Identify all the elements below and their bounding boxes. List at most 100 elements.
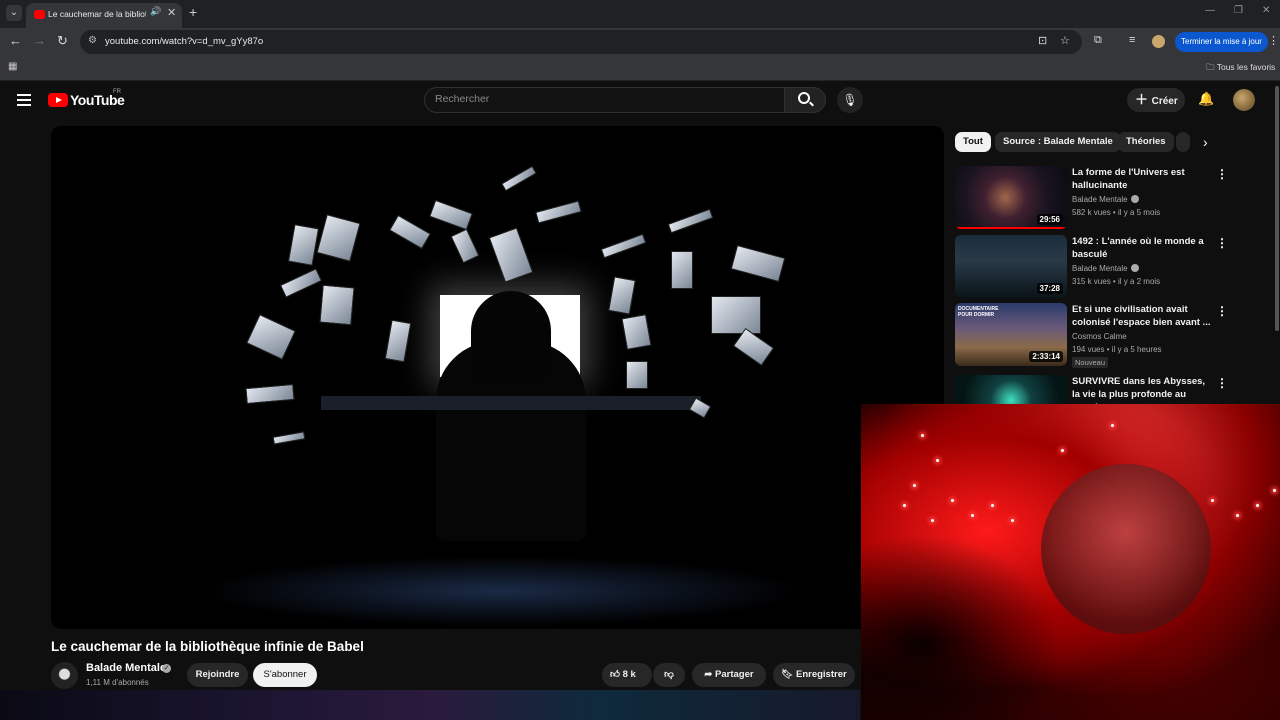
share-icon: ➦ — [704, 669, 713, 680]
thumb-down-icon: 👎︎ — [664, 669, 674, 680]
string-light — [991, 504, 994, 507]
channel-label: Balade Mentale — [1072, 195, 1128, 204]
folder-icon: 🗀 — [1206, 62, 1217, 72]
recommended-title[interactable]: 1492 : L'année où le monde a basculé — [1072, 235, 1212, 261]
recommended-title[interactable]: La forme de l'Univers est hallucinante — [1072, 166, 1212, 192]
menu-icon[interactable] — [17, 94, 31, 109]
new-tab-icon[interactable]: + — [189, 4, 197, 20]
chip-theories[interactable]: Théories — [1118, 132, 1174, 152]
tab-title: Le cauchemar de la bibliothèque infinie … — [48, 9, 146, 19]
flying-book — [279, 268, 323, 298]
join-button[interactable]: Rejoindre — [187, 663, 248, 687]
string-light — [1273, 489, 1276, 492]
subscriber-count: 1,11 M d'abonnés — [86, 678, 149, 687]
youtube-logo-icon[interactable] — [48, 93, 68, 107]
recommended-video[interactable]: DOCUMENTAIRE POUR DORMIR 2:33:14 Et si u… — [955, 303, 1275, 368]
restore-icon[interactable]: ❐ — [1234, 5, 1243, 16]
close-window-icon[interactable]: ✕ — [1262, 5, 1270, 16]
search-placeholder: Rechercher — [435, 93, 490, 105]
string-light — [913, 484, 916, 487]
flying-book — [600, 233, 647, 259]
profile-icon[interactable] — [1152, 35, 1165, 48]
chevron-right-icon[interactable]: › — [1203, 134, 1208, 150]
recommended-title[interactable]: SURVIVRE dans les Abysses, la vie la plu… — [1072, 375, 1212, 404]
back-icon[interactable]: ← — [9, 33, 22, 48]
video-thumbnail[interactable]: 29:56 — [955, 166, 1067, 229]
notifications-bell-icon[interactable]: 🔔 — [1198, 91, 1214, 107]
thumbnail-caption: DOCUMENTAIRE POUR DORMIR — [958, 306, 999, 318]
bookmarks-bar: ▦ 🗀 Tous les favoris — [0, 56, 1280, 81]
recommended-channel: Balade Mentale — [1072, 195, 1139, 204]
install-app-icon[interactable]: ⊡ — [1038, 34, 1047, 47]
subscribe-button[interactable]: S'abonner — [253, 663, 317, 687]
site-info-icon[interactable]: ⚙ — [88, 35, 97, 46]
string-light — [1211, 499, 1214, 502]
channel-label: Balade Mentale — [1072, 264, 1128, 273]
webcam-person — [1041, 464, 1211, 634]
string-light — [903, 504, 906, 507]
all-bookmarks-link[interactable]: 🗀 Tous les favoris — [1206, 62, 1275, 76]
bookmark-star-icon[interactable]: ☆ — [1060, 34, 1070, 47]
string-light — [951, 499, 954, 502]
chip-source[interactable]: Source : Balade Mentale — [995, 132, 1121, 152]
video-duration: 29:56 — [1036, 214, 1063, 225]
like-button[interactable]: 👍︎ 8 k — [602, 663, 652, 687]
flying-book — [246, 314, 296, 360]
url-text[interactable]: youtube.com/watch?v=d_mv_gYy87o — [105, 36, 263, 47]
video-duration: 2:33:14 — [1029, 351, 1063, 362]
video-title: Le cauchemar de la bibliothèque infinie … — [51, 639, 364, 654]
youtube-favicon-icon — [34, 10, 45, 19]
page-scrollbar[interactable] — [1275, 86, 1279, 331]
video-thumbnail[interactable] — [955, 375, 1067, 404]
flying-book — [535, 200, 582, 224]
minimize-icon[interactable]: — — [1205, 5, 1215, 16]
browser-menu-icon[interactable]: ⋮ — [1268, 34, 1279, 47]
browser-tab[interactable]: Le cauchemar de la bibliothèque infinie … — [26, 3, 182, 28]
reload-icon[interactable]: ↻ — [57, 33, 68, 49]
extensions-icon[interactable]: ⧉ — [1094, 34, 1102, 47]
save-label: Enregistrer — [796, 669, 847, 680]
recommended-meta: 582 k vues • il y a 5 mois — [1072, 208, 1161, 217]
like-count: 8 k — [622, 669, 636, 680]
recommended-channel: Balade Mentale — [1072, 264, 1139, 273]
recommended-video[interactable]: 29:56 La forme de l'Univers est hallucin… — [955, 166, 1275, 230]
more-options-icon[interactable]: ⋮ — [1216, 167, 1228, 181]
tab-list-icon[interactable]: ⌄ — [6, 5, 22, 21]
video-player[interactable] — [51, 126, 944, 629]
channel-avatar[interactable] — [51, 662, 78, 689]
more-options-icon[interactable]: ⋮ — [1216, 376, 1228, 390]
microphone-icon[interactable]: 🎙 — [837, 87, 863, 113]
more-options-icon[interactable]: ⋮ — [1216, 304, 1228, 318]
update-browser-button[interactable]: Terminer la mise à jour — [1175, 32, 1268, 52]
forward-icon[interactable]: → — [33, 33, 46, 48]
share-button[interactable]: ➦ Partager — [692, 663, 766, 687]
close-tab-icon[interactable]: ✕ — [167, 6, 176, 19]
recommended-video[interactable]: SURVIVRE dans les Abysses, la vie la plu… — [955, 375, 1275, 404]
apps-grid-icon[interactable]: ▦ — [8, 61, 17, 72]
flying-book — [488, 227, 534, 283]
string-light — [931, 519, 934, 522]
video-thumbnail[interactable]: 37:28 — [955, 235, 1067, 298]
save-button[interactable]: 🔖︎ Enregistrer — [773, 663, 855, 687]
flying-book — [671, 251, 693, 289]
recommended-title[interactable]: Et si une civilisation avait colonisé l'… — [1072, 303, 1212, 329]
channel-name[interactable]: Balade Mentale — [86, 662, 166, 674]
flying-book — [245, 383, 295, 405]
flying-book — [389, 214, 431, 250]
all-bookmarks-label: Tous les favoris — [1216, 62, 1276, 72]
dislike-button[interactable]: 👎︎ — [653, 663, 685, 687]
flying-book — [621, 314, 652, 350]
search-icon — [798, 92, 810, 104]
string-light — [1011, 519, 1014, 522]
user-avatar[interactable] — [1233, 89, 1255, 111]
recommended-video[interactable]: 37:28 1492 : L'année où le monde a bascu… — [955, 235, 1275, 299]
recommended-meta: 315 k vues • il y a 2 mois — [1072, 277, 1161, 286]
more-options-icon[interactable]: ⋮ — [1216, 236, 1228, 250]
video-thumbnail[interactable]: DOCUMENTAIRE POUR DORMIR 2:33:14 — [955, 303, 1067, 366]
reading-list-icon[interactable]: ≡ — [1129, 34, 1135, 46]
chip-all[interactable]: Tout — [955, 132, 991, 152]
audio-playing-icon[interactable]: 🔊 — [150, 6, 161, 17]
chip-partial[interactable] — [1176, 132, 1190, 152]
create-button[interactable]: ＋ Créer — [1127, 88, 1185, 112]
string-light — [1111, 424, 1114, 427]
